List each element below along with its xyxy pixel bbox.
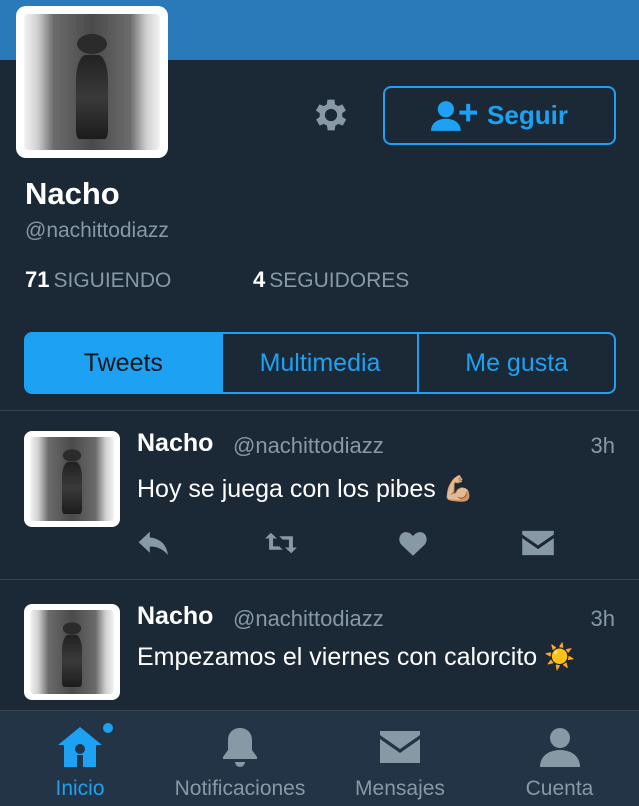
tweet-text: Hoy se juega con los pibes 💪🏼 — [137, 475, 474, 503]
followers-count: 4 — [253, 267, 266, 292]
tweet-author-name[interactable]: Nacho — [137, 602, 213, 631]
tweet-time: 3h — [590, 606, 615, 631]
followers-stat[interactable]: 4 SEGUIDORES — [253, 267, 409, 293]
tweet-avatar-photo — [30, 610, 114, 694]
tweet-time: 3h — [590, 433, 615, 458]
home-icon — [56, 725, 104, 769]
nav-messages[interactable]: Mensajes — [320, 711, 480, 806]
person-icon — [536, 725, 584, 769]
follow-button-label: Seguir — [487, 100, 568, 130]
tweet-author-handle: @nachittodiazz — [233, 606, 384, 631]
tweet-author-handle: @nachittodiazz — [233, 433, 384, 458]
gear-icon[interactable] — [310, 94, 352, 136]
nav-notifications[interactable]: Notificaciones — [160, 711, 320, 806]
reply-icon[interactable] — [137, 529, 171, 557]
profile-tabs: Tweets Multimedia Me gusta — [24, 332, 616, 394]
tab-tweets[interactable]: Tweets — [26, 334, 223, 392]
tweet[interactable]: Nacho @nachittodiazz 3h Empezamos el vie… — [0, 580, 639, 710]
profile-photo — [24, 14, 160, 150]
following-stat[interactable]: 71 SIGUIENDO — [25, 267, 171, 293]
tweet-avatar-photo — [30, 437, 114, 521]
tweet-text: Empezamos el viernes con calorcito ☀️ — [137, 643, 576, 671]
profile-avatar[interactable] — [16, 6, 168, 158]
tweet-actions — [137, 529, 557, 559]
bell-icon — [216, 725, 264, 769]
add-user-icon — [431, 100, 478, 131]
profile-name: Nacho — [25, 176, 120, 211]
like-icon[interactable] — [396, 529, 430, 557]
following-label: SIGUIENDO — [53, 269, 172, 292]
tab-me-gusta[interactable]: Me gusta — [419, 334, 614, 392]
profile-handle: @nachittodiazz — [25, 219, 169, 242]
envelope-icon — [376, 725, 424, 769]
nav-notifications-label: Notificaciones — [174, 777, 306, 800]
bottom-nav: Inicio Notificaciones Mensajes Cuenta — [0, 710, 639, 806]
follow-button[interactable]: Seguir — [383, 86, 616, 145]
nav-messages-label: Mensajes — [355, 777, 445, 800]
message-icon[interactable] — [521, 529, 555, 557]
nav-home[interactable]: Inicio — [0, 711, 160, 806]
followers-label: SEGUIDORES — [269, 269, 410, 292]
tweet-avatar[interactable] — [24, 431, 120, 527]
following-count: 71 — [25, 267, 50, 292]
tab-multimedia[interactable]: Multimedia — [223, 334, 420, 392]
nav-home-label: Inicio — [55, 777, 105, 800]
retweet-icon[interactable] — [264, 529, 298, 557]
tweet[interactable]: Nacho @nachittodiazz 3h Hoy se juega con… — [0, 411, 639, 579]
tweet-author-name[interactable]: Nacho — [137, 429, 213, 458]
nav-account[interactable]: Cuenta — [480, 711, 639, 806]
tweet-avatar[interactable] — [24, 604, 120, 700]
notification-dot — [103, 723, 113, 733]
nav-account-label: Cuenta — [525, 777, 594, 800]
